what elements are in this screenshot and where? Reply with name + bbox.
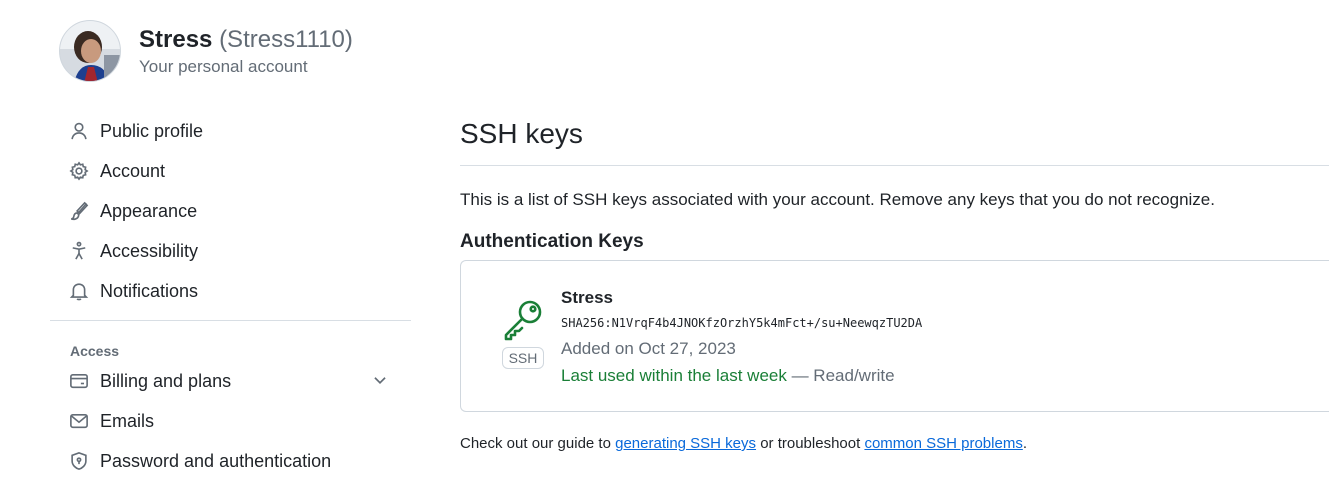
- settings-sidebar: Public profile Account Appearance Access…: [50, 111, 411, 481]
- ssh-key-item: SSH Stress SHA256:N1VrqF4b4JNOKfzOrzhY5k…: [460, 260, 1329, 412]
- sidebar-item-label: Account: [100, 160, 166, 181]
- guide-text: Check out our guide to generating SSH ke…: [460, 434, 1329, 454]
- guide-suffix: .: [1022, 435, 1027, 452]
- sidebar-item-label: Notifications: [100, 280, 199, 301]
- key-access-level: — Read/write: [786, 366, 895, 385]
- key-icon-column: SSH: [501, 297, 545, 369]
- user-text: Stress (Stress1110) Your personal accoun…: [139, 25, 353, 78]
- credit-card-icon: [69, 371, 89, 391]
- sidebar-divider: [50, 320, 411, 321]
- main-content: SSH keys This is a list of SSH keys asso…: [460, 111, 1329, 454]
- avatar[interactable]: [59, 20, 121, 82]
- sidebar-item-label: Password and authentication: [100, 450, 332, 471]
- gear-icon: [69, 161, 89, 181]
- key-last-used: Last used within the last week: [561, 366, 787, 385]
- key-icon: [501, 297, 545, 341]
- key-added-date: Added on Oct 27, 2023: [561, 339, 736, 358]
- common-ssh-problems-link[interactable]: common SSH problems: [864, 435, 1022, 452]
- sidebar-item-label: Billing and plans: [100, 370, 232, 391]
- sidebar-item-public-profile[interactable]: Public profile: [50, 111, 411, 151]
- key-type-badge: SSH: [501, 347, 545, 369]
- shield-lock-icon: [69, 451, 89, 471]
- guide-prefix: Check out our guide to: [460, 435, 616, 452]
- intro-text: This is a list of SSH keys associated wi…: [460, 190, 1215, 209]
- page-title: SSH keys: [460, 118, 583, 149]
- user-name[interactable]: Stress (Stress1110): [139, 25, 353, 55]
- person-icon: [69, 121, 89, 141]
- key-details: Stress SHA256:N1VrqF4b4JNOKfzOrzhY5k4mFc…: [561, 287, 922, 387]
- user-avatar-photo: [60, 21, 120, 81]
- sidebar-item-accessibility[interactable]: Accessibility: [50, 231, 411, 271]
- sidebar-item-billing[interactable]: Billing and plans: [50, 361, 411, 401]
- key-fingerprint: SHA256:N1VrqF4b4JNOKfzOrzhY5k4mFct+/su+N…: [561, 316, 923, 330]
- user-login: (Stress1110): [219, 25, 353, 53]
- sidebar-item-emails[interactable]: Emails: [50, 401, 411, 441]
- sidebar-item-password-authentication[interactable]: Password and authentication: [50, 441, 411, 481]
- paintbrush-icon: [69, 201, 89, 221]
- bell-icon: [69, 281, 89, 301]
- sidebar-item-appearance[interactable]: Appearance: [50, 191, 411, 231]
- chevron-down-icon[interactable]: [371, 371, 389, 389]
- key-title: Stress: [561, 288, 613, 307]
- key-usage: Last used within the last week — Read/wr…: [561, 365, 922, 387]
- account-type-label: Your personal account: [139, 56, 308, 76]
- sidebar-item-label: Emails: [100, 410, 155, 431]
- sidebar-group-access: Access: [70, 343, 120, 359]
- sidebar-item-notifications[interactable]: Notifications: [50, 271, 411, 311]
- title-divider: [460, 165, 1329, 166]
- accessibility-icon: [69, 241, 89, 261]
- user-header: Stress (Stress1110) Your personal accoun…: [59, 20, 353, 82]
- sidebar-item-label: Public profile: [100, 120, 204, 141]
- user-display-name: Stress: [139, 25, 213, 53]
- generating-ssh-keys-link[interactable]: generating SSH keys: [615, 435, 756, 452]
- mail-icon: [69, 411, 89, 431]
- sidebar-item-account[interactable]: Account: [50, 151, 411, 191]
- guide-middle: or troubleshoot: [756, 435, 865, 452]
- section-title-authentication-keys: Authentication Keys: [460, 231, 644, 252]
- sidebar-item-label: Appearance: [100, 200, 198, 221]
- sidebar-item-label: Accessibility: [100, 240, 199, 261]
